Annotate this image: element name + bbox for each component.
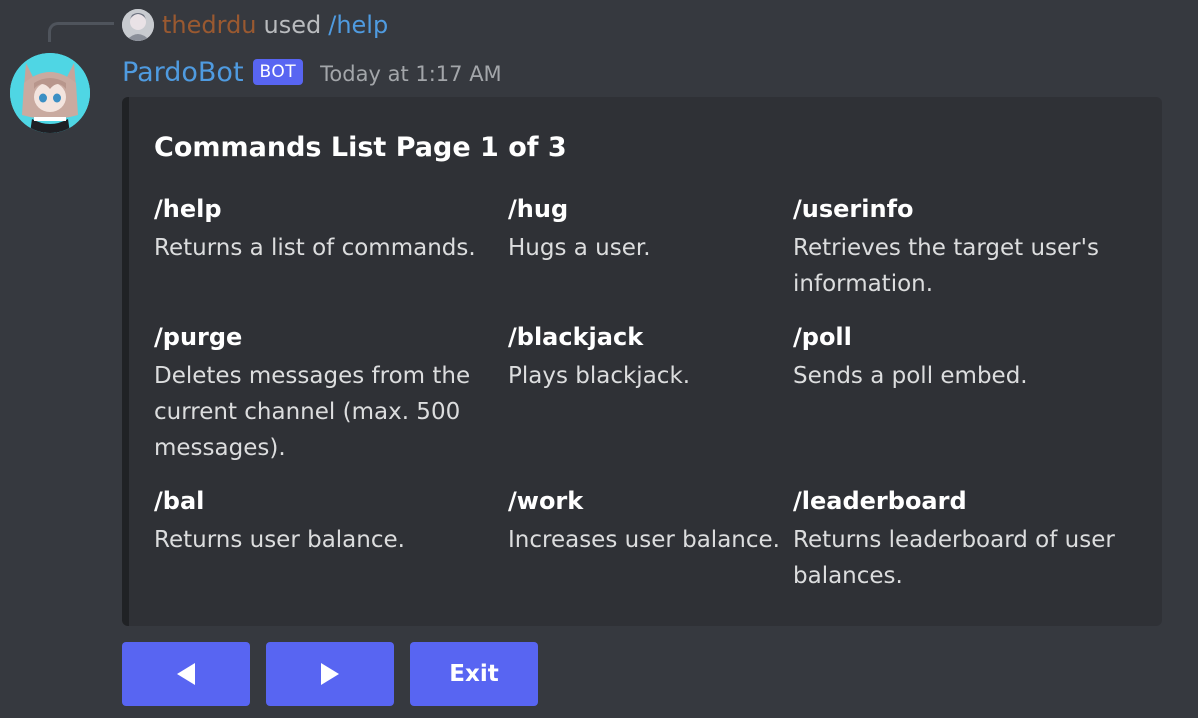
field-name: /poll xyxy=(793,323,852,351)
reply-used-text: used xyxy=(263,11,322,39)
field-value: Plays blackjack. xyxy=(508,363,691,389)
field-value: Deletes messages from the current channe… xyxy=(154,363,471,461)
field-value: Increases user balance. xyxy=(508,527,780,553)
reply-context[interactable]: thedrdu used /help xyxy=(122,8,388,42)
field-name: /blackjack xyxy=(508,323,644,351)
triangle-left-icon xyxy=(177,663,195,685)
field-value: Returns user balance. xyxy=(154,527,405,553)
reply-command[interactable]: /help xyxy=(328,11,388,39)
next-page-button[interactable] xyxy=(266,642,394,706)
embed-field-purge: /purge Deletes messages from the current… xyxy=(154,322,494,466)
embed-field-userinfo: /userinfo Retrieves the target user's in… xyxy=(793,194,1133,302)
embed-title: Commands List Page 1 of 3 xyxy=(154,132,567,163)
bot-badge: BOT xyxy=(252,59,304,85)
bot-avatar[interactable] xyxy=(10,53,90,133)
field-value: Retrieves the target user's information. xyxy=(793,235,1099,297)
embed-field-blackjack: /blackjack Plays blackjack. xyxy=(508,322,788,394)
reply-user-avatar[interactable] xyxy=(122,9,154,41)
previous-page-button[interactable] xyxy=(122,642,250,706)
embed-field-help: /help Returns a list of commands. xyxy=(154,194,494,266)
message-header: PardoBot BOT Today at 1:17 AM xyxy=(122,52,502,92)
embed-field-bal: /bal Returns user balance. xyxy=(154,486,494,558)
reply-spine xyxy=(48,22,114,42)
field-name: /userinfo xyxy=(793,195,914,223)
embed-field-work: /work Increases user balance. xyxy=(508,486,798,558)
triangle-right-icon xyxy=(321,663,339,685)
field-name: /bal xyxy=(154,487,205,515)
field-name: /leaderboard xyxy=(793,487,967,515)
field-value: Returns a list of commands. xyxy=(154,235,476,261)
field-name: /purge xyxy=(154,323,243,351)
bot-message: thedrdu used /help PardoBot BOT Today at… xyxy=(0,0,1198,718)
pagination-buttons: Exit xyxy=(122,642,554,706)
embed-field-poll: /poll Sends a poll embed. xyxy=(793,322,1133,394)
field-value: Returns leaderboard of user balances. xyxy=(793,527,1115,589)
message-timestamp[interactable]: Today at 1:17 AM xyxy=(320,58,502,86)
field-value: Sends a poll embed. xyxy=(793,363,1028,389)
field-value: Hugs a user. xyxy=(508,235,651,261)
embed-field-hug: /hug Hugs a user. xyxy=(508,194,788,266)
field-name: /work xyxy=(508,487,584,515)
commands-embed: Commands List Page 1 of 3 /help Returns … xyxy=(122,97,1162,626)
field-name: /help xyxy=(154,195,222,223)
embed-field-leaderboard: /leaderboard Returns leaderboard of user… xyxy=(793,486,1133,594)
reply-username[interactable]: thedrdu xyxy=(162,11,257,39)
exit-button[interactable]: Exit xyxy=(410,642,538,706)
bot-username[interactable]: PardoBot xyxy=(122,57,244,88)
field-name: /hug xyxy=(508,195,569,223)
